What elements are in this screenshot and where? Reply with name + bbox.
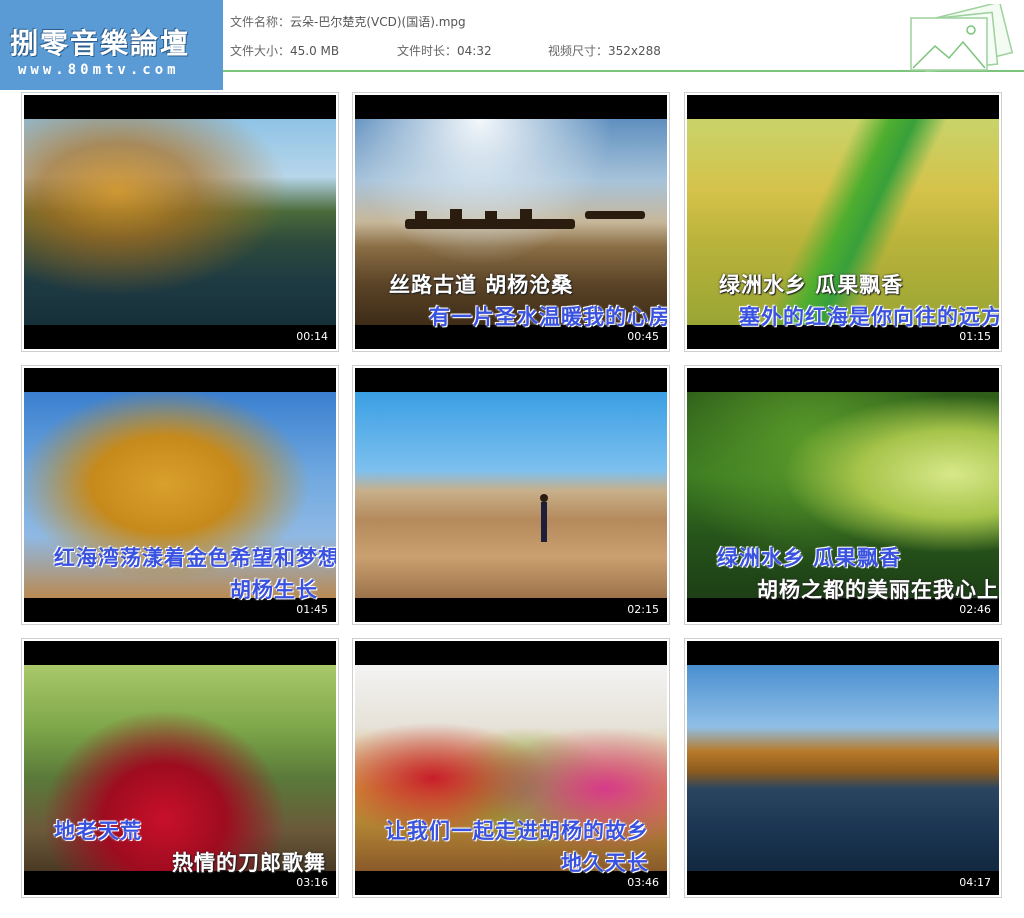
thumbnail-1[interactable]: 00:14 <box>21 92 339 352</box>
lyric-line-2: 胡杨生长 <box>230 578 318 602</box>
thumbnail-6[interactable]: 绿洲水乡 瓜果飘香 胡杨之都的美丽在我心上 02:46 <box>684 365 1002 625</box>
thumbnail-picture-lake-poplars <box>24 119 336 325</box>
file-name-value: 云朵-巴尔楚克(VCD)(国语).mpg <box>290 15 466 29</box>
file-name-label: 文件名称： <box>230 15 291 29</box>
lyric-line-2: 地久天长 <box>561 851 649 875</box>
lyric-line-2: 热情的刀郎歌舞 <box>172 851 326 875</box>
thumbnail-5[interactable]: 02:15 <box>352 365 670 625</box>
resolution-row: 视频尺寸：352x288 <box>548 42 661 59</box>
logo-title: 捌零音樂論壇 <box>10 27 191 60</box>
thumbnail-3[interactable]: 绿洲水乡 瓜果飘香 塞外的红海是你向往的远方 01:15 <box>684 92 1002 352</box>
lyric-line-1: 绿洲水乡 瓜果飘香 <box>717 546 902 570</box>
thumbnail-picture-desert-walker <box>355 392 667 598</box>
duration-value: 04:32 <box>457 44 492 58</box>
timestamp: 00:45 <box>627 330 659 343</box>
file-size-row: 文件大小：45.0 MB <box>230 42 339 59</box>
forum-logo: 捌零音樂論壇 www.80mtv.com <box>0 0 223 90</box>
lyric-line-1: 丝路古道 胡杨沧桑 <box>389 273 574 297</box>
lyric-line-1: 红海湾荡漾着金色希望和梦想 <box>54 546 336 570</box>
thumbnail-screen: 红海湾荡漾着金色希望和梦想 胡杨生长 01:45 <box>24 368 336 622</box>
thumbnail-7[interactable]: 地老天荒 热情的刀郎歌舞 03:16 <box>21 638 339 898</box>
thumbnail-8[interactable]: 让我们一起走进胡杨的故乡 地久天长 03:46 <box>352 638 670 898</box>
thumbnail-screen: 让我们一起走进胡杨的故乡 地久天长 03:46 <box>355 641 667 895</box>
lyric-line-2: 塞外的红海是你向往的远方 <box>739 305 999 329</box>
duration-label: 文件时长： <box>397 44 458 58</box>
thumbnail-9[interactable]: 04:17 <box>684 638 1002 898</box>
lyric-line-1: 地老天荒 <box>54 819 142 843</box>
header-divider <box>223 70 1024 72</box>
file-name-row: 文件名称：云朵-巴尔楚克(VCD)(国语).mpg <box>230 13 466 30</box>
timestamp: 01:15 <box>959 330 991 343</box>
thumbnail-screen: 绿洲水乡 瓜果飘香 塞外的红海是你向往的远方 01:15 <box>687 95 999 349</box>
file-size-value: 45.0 MB <box>290 44 340 58</box>
timestamp: 02:46 <box>959 603 991 616</box>
timestamp: 04:17 <box>959 876 991 889</box>
duration-row: 文件时长：04:32 <box>397 42 492 59</box>
thumbnail-screen: 02:15 <box>355 368 667 622</box>
lyric-line-1: 绿洲水乡 瓜果飘香 <box>719 273 904 297</box>
thumbnail-picture-lake-shore <box>687 665 999 871</box>
thumbnail-screen: 00:14 <box>24 95 336 349</box>
thumbnail-screen: 丝路古道 胡杨沧桑 有一片圣水温暖我的心房 00:45 <box>355 95 667 349</box>
picture-frames-icon <box>910 4 1014 72</box>
timestamp: 03:46 <box>627 876 659 889</box>
timestamp: 03:16 <box>296 876 328 889</box>
timestamp: 02:15 <box>627 603 659 616</box>
lyric-line-2: 胡杨之都的美丽在我心上 <box>757 578 999 602</box>
lyric-line-1: 让我们一起走进胡杨的故乡 <box>385 819 649 843</box>
timestamp: 01:45 <box>296 603 328 616</box>
timestamp: 00:14 <box>296 330 328 343</box>
thumbnail-4[interactable]: 红海湾荡漾着金色希望和梦想 胡杨生长 01:45 <box>21 365 339 625</box>
file-size-label: 文件大小： <box>230 44 291 58</box>
thumbnail-screen: 地老天荒 热情的刀郎歌舞 03:16 <box>24 641 336 895</box>
resolution-value: 352x288 <box>608 44 661 58</box>
resolution-label: 视频尺寸： <box>548 44 609 58</box>
logo-url: www.80mtv.com <box>18 62 180 78</box>
lyric-line-2: 有一片圣水温暖我的心房 <box>429 305 667 329</box>
thumbnail-screen: 04:17 <box>687 641 999 895</box>
thumbnail-2[interactable]: 丝路古道 胡杨沧桑 有一片圣水温暖我的心房 00:45 <box>352 92 670 352</box>
thumbnail-screen: 绿洲水乡 瓜果飘香 胡杨之都的美丽在我心上 02:46 <box>687 368 999 622</box>
